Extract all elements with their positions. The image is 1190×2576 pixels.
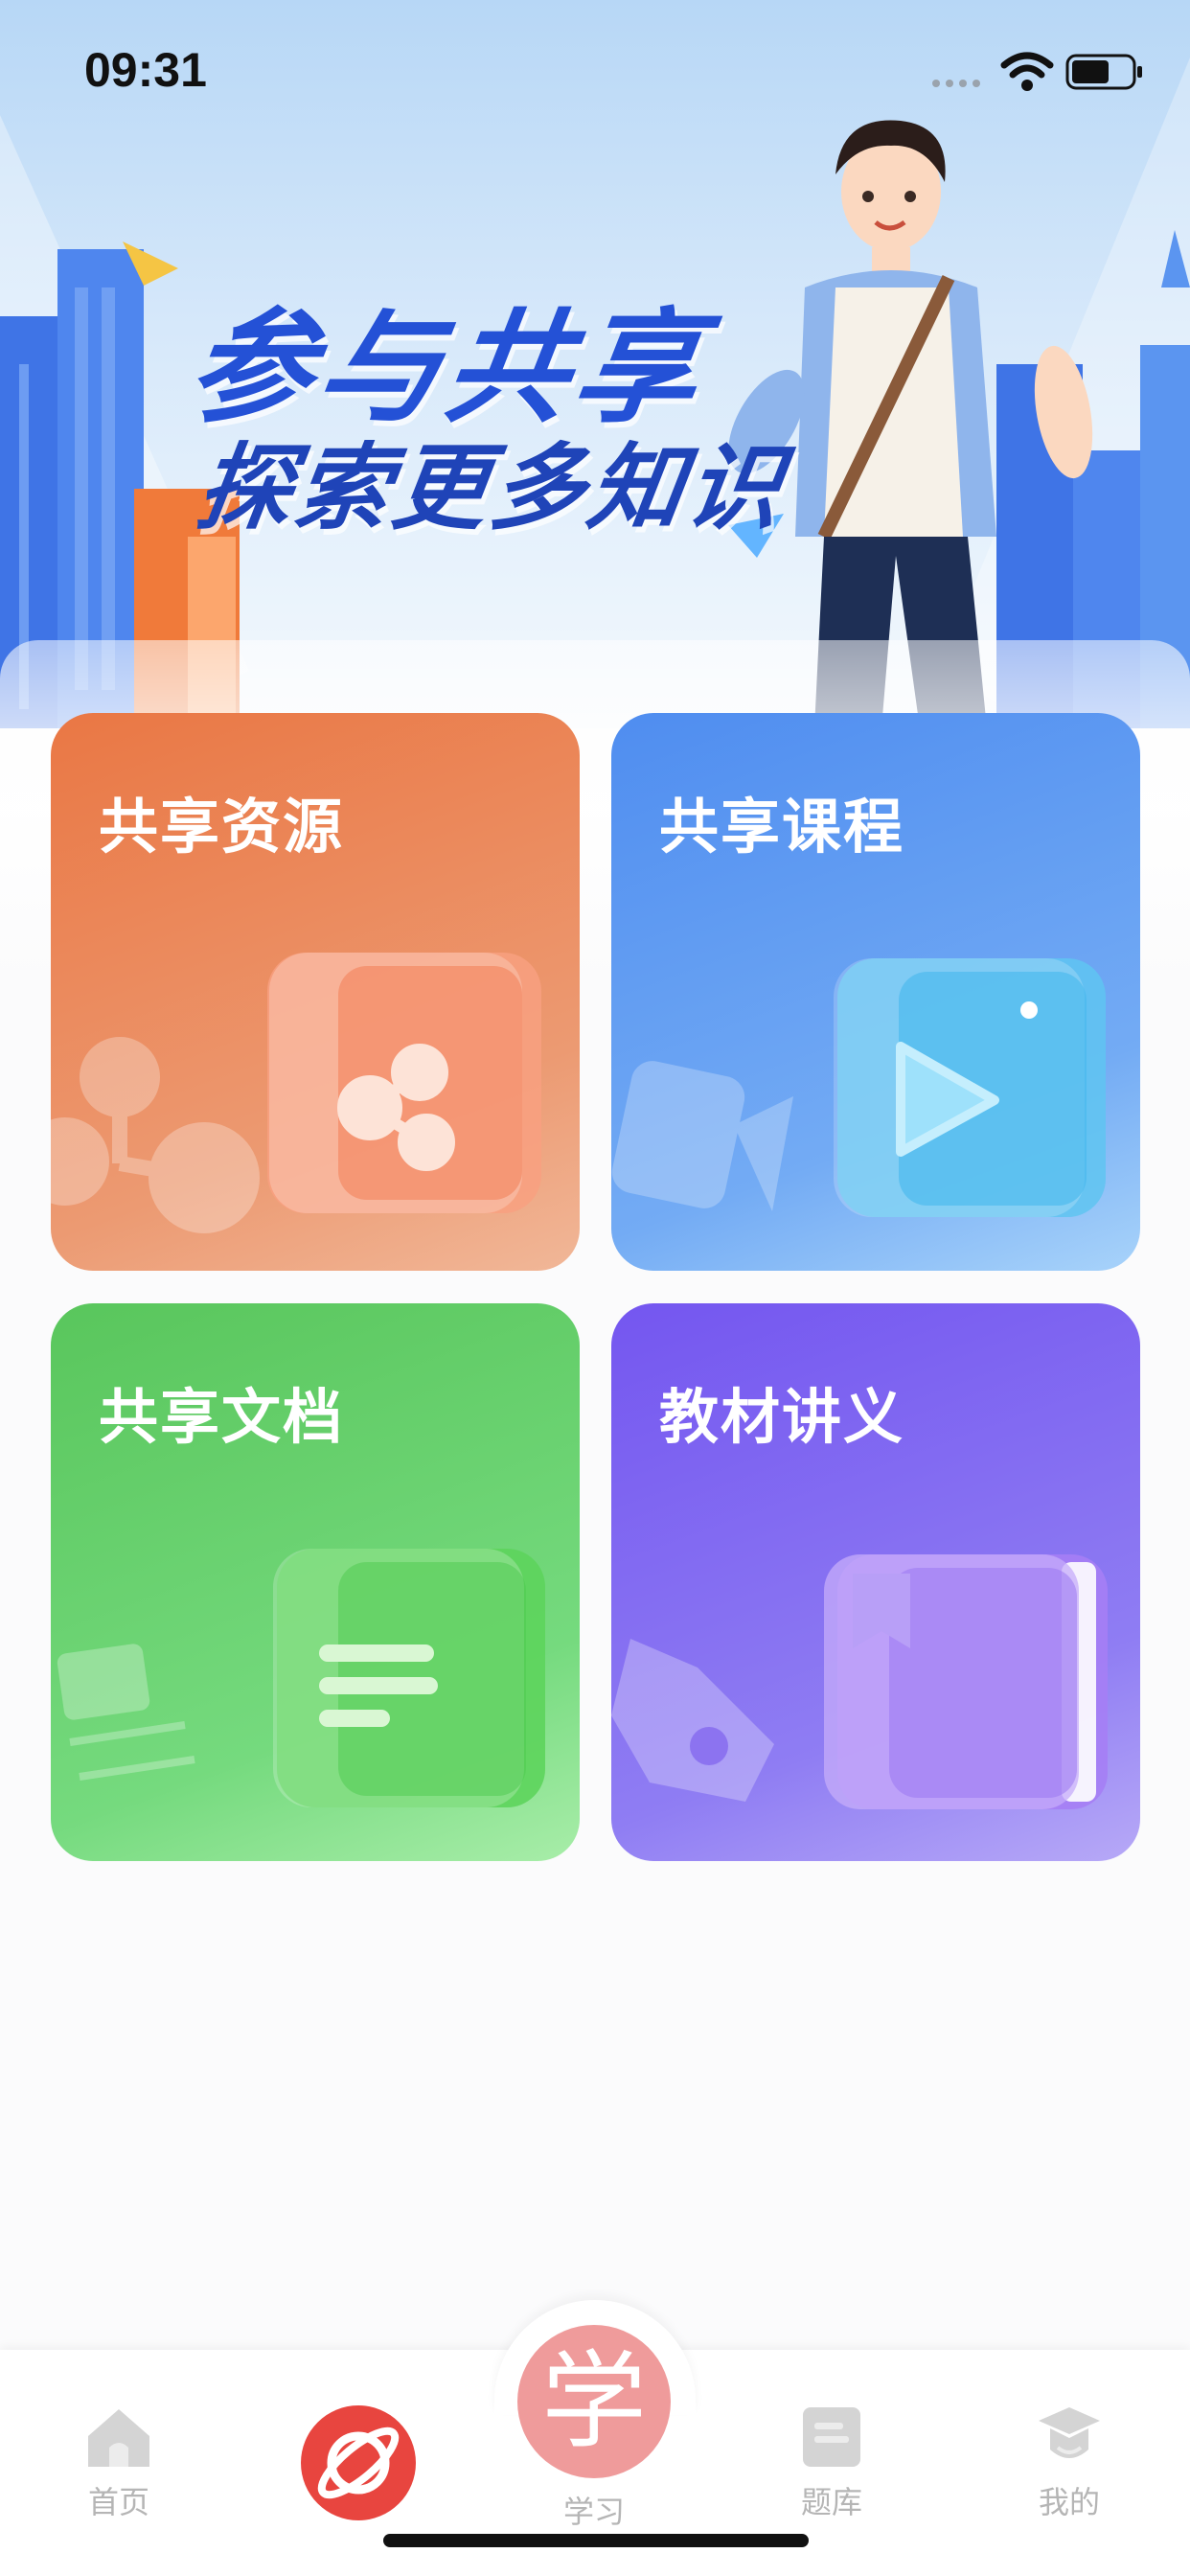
wifi-icon bbox=[1000, 52, 1054, 91]
learn-badge: 学 bbox=[517, 2325, 671, 2478]
card-title: 共享课程 bbox=[659, 792, 905, 862]
tab-question-bank[interactable]: 题库 bbox=[774, 2404, 889, 2520]
tab-label: 题库 bbox=[800, 2484, 862, 2520]
planet-icon bbox=[301, 2405, 416, 2520]
graduation-cap-icon bbox=[1039, 2407, 1100, 2458]
card-textbook-handouts[interactable]: 教材讲义 bbox=[611, 1303, 1140, 1861]
battery-icon bbox=[1065, 54, 1142, 90]
tab-learn[interactable]: 学 学习 bbox=[517, 2325, 671, 2530]
signal-icon bbox=[932, 80, 980, 87]
status-time: 09:31 bbox=[84, 43, 207, 97]
tab-discover[interactable] bbox=[299, 2404, 418, 2522]
question-bank-icon bbox=[803, 2407, 860, 2467]
tab-label: 学习 bbox=[562, 2494, 625, 2530]
card-shared-documents[interactable]: 共享文档 bbox=[51, 1303, 580, 1861]
card-title: 共享资源 bbox=[99, 792, 345, 862]
card-title: 教材讲义 bbox=[659, 1382, 905, 1452]
card-title: 共享文档 bbox=[99, 1382, 345, 1452]
hero-subtitle: 探索更多知识 bbox=[190, 434, 792, 543]
tab-mine[interactable]: 我的 bbox=[1012, 2404, 1127, 2520]
card-shared-courses[interactable]: 共享课程 bbox=[611, 713, 1140, 1271]
tab-label: 首页 bbox=[87, 2484, 149, 2520]
status-bar: 09:31 bbox=[0, 0, 1190, 144]
home-icon bbox=[88, 2409, 149, 2467]
tab-label: 我的 bbox=[1038, 2484, 1100, 2520]
card-shared-resources[interactable]: 共享资源 bbox=[51, 713, 580, 1271]
home-indicator bbox=[383, 2534, 809, 2547]
tab-home[interactable]: 首页 bbox=[61, 2404, 176, 2520]
